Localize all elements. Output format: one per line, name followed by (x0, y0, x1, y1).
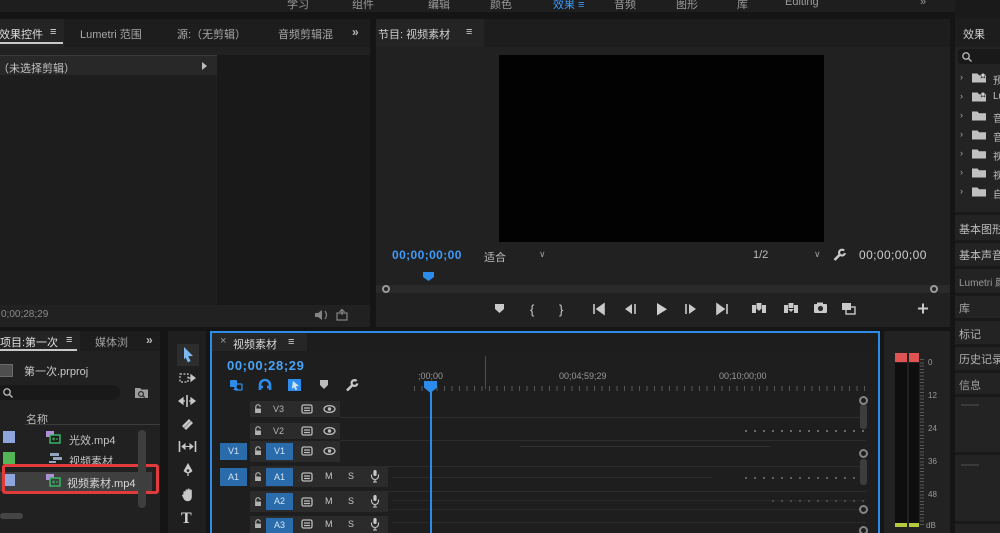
svg-text:}: } (559, 302, 564, 317)
svg-text:{: { (530, 302, 535, 317)
